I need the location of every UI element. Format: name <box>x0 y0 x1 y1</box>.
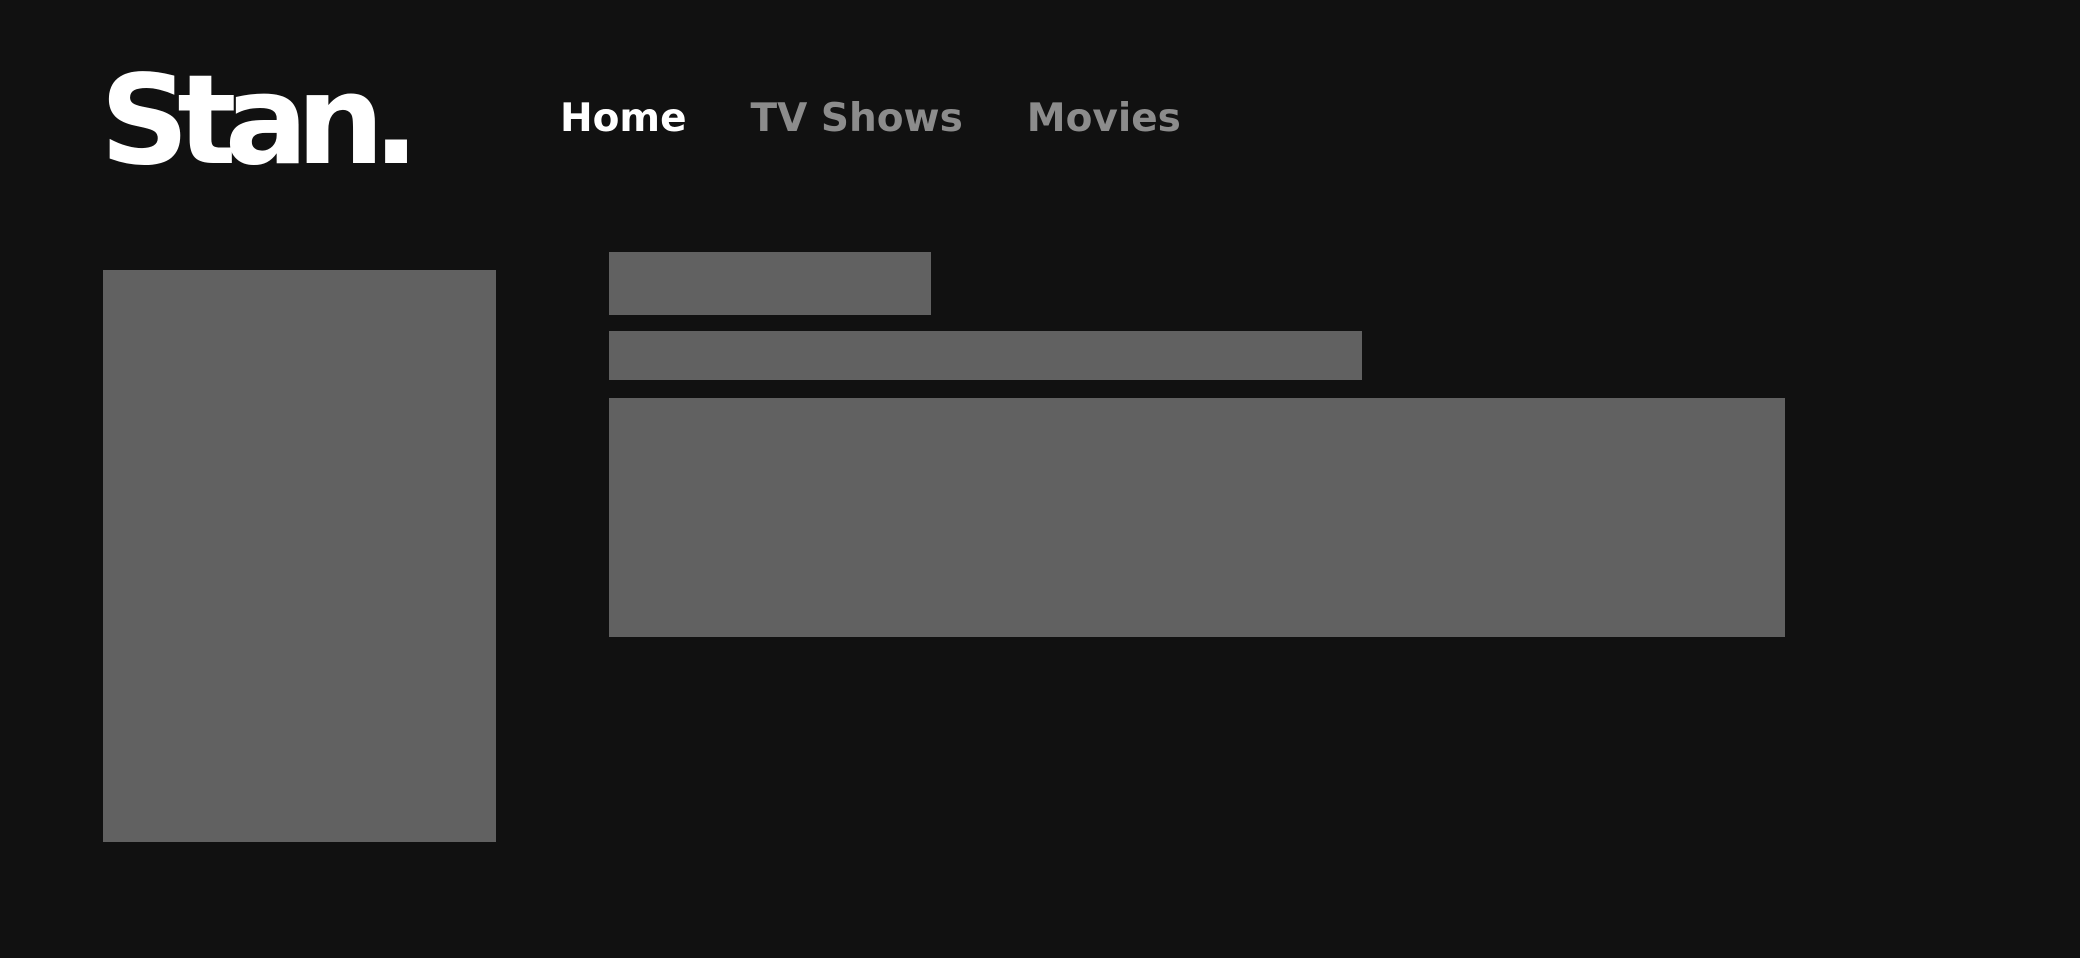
title-placeholder <box>609 252 931 315</box>
main-nav: Home TV Shows Movies <box>560 94 1181 144</box>
metadata-placeholder <box>609 331 1362 380</box>
top-header: Stan. Home TV Shows Movies <box>0 0 2080 200</box>
poster-placeholder <box>103 270 496 842</box>
nav-item-tv-shows[interactable]: TV Shows <box>751 94 963 144</box>
description-placeholder <box>609 398 1785 637</box>
nav-item-home[interactable]: Home <box>560 94 687 144</box>
stan-logo[interactable]: Stan. <box>100 46 420 196</box>
nav-item-movies[interactable]: Movies <box>1027 94 1181 144</box>
